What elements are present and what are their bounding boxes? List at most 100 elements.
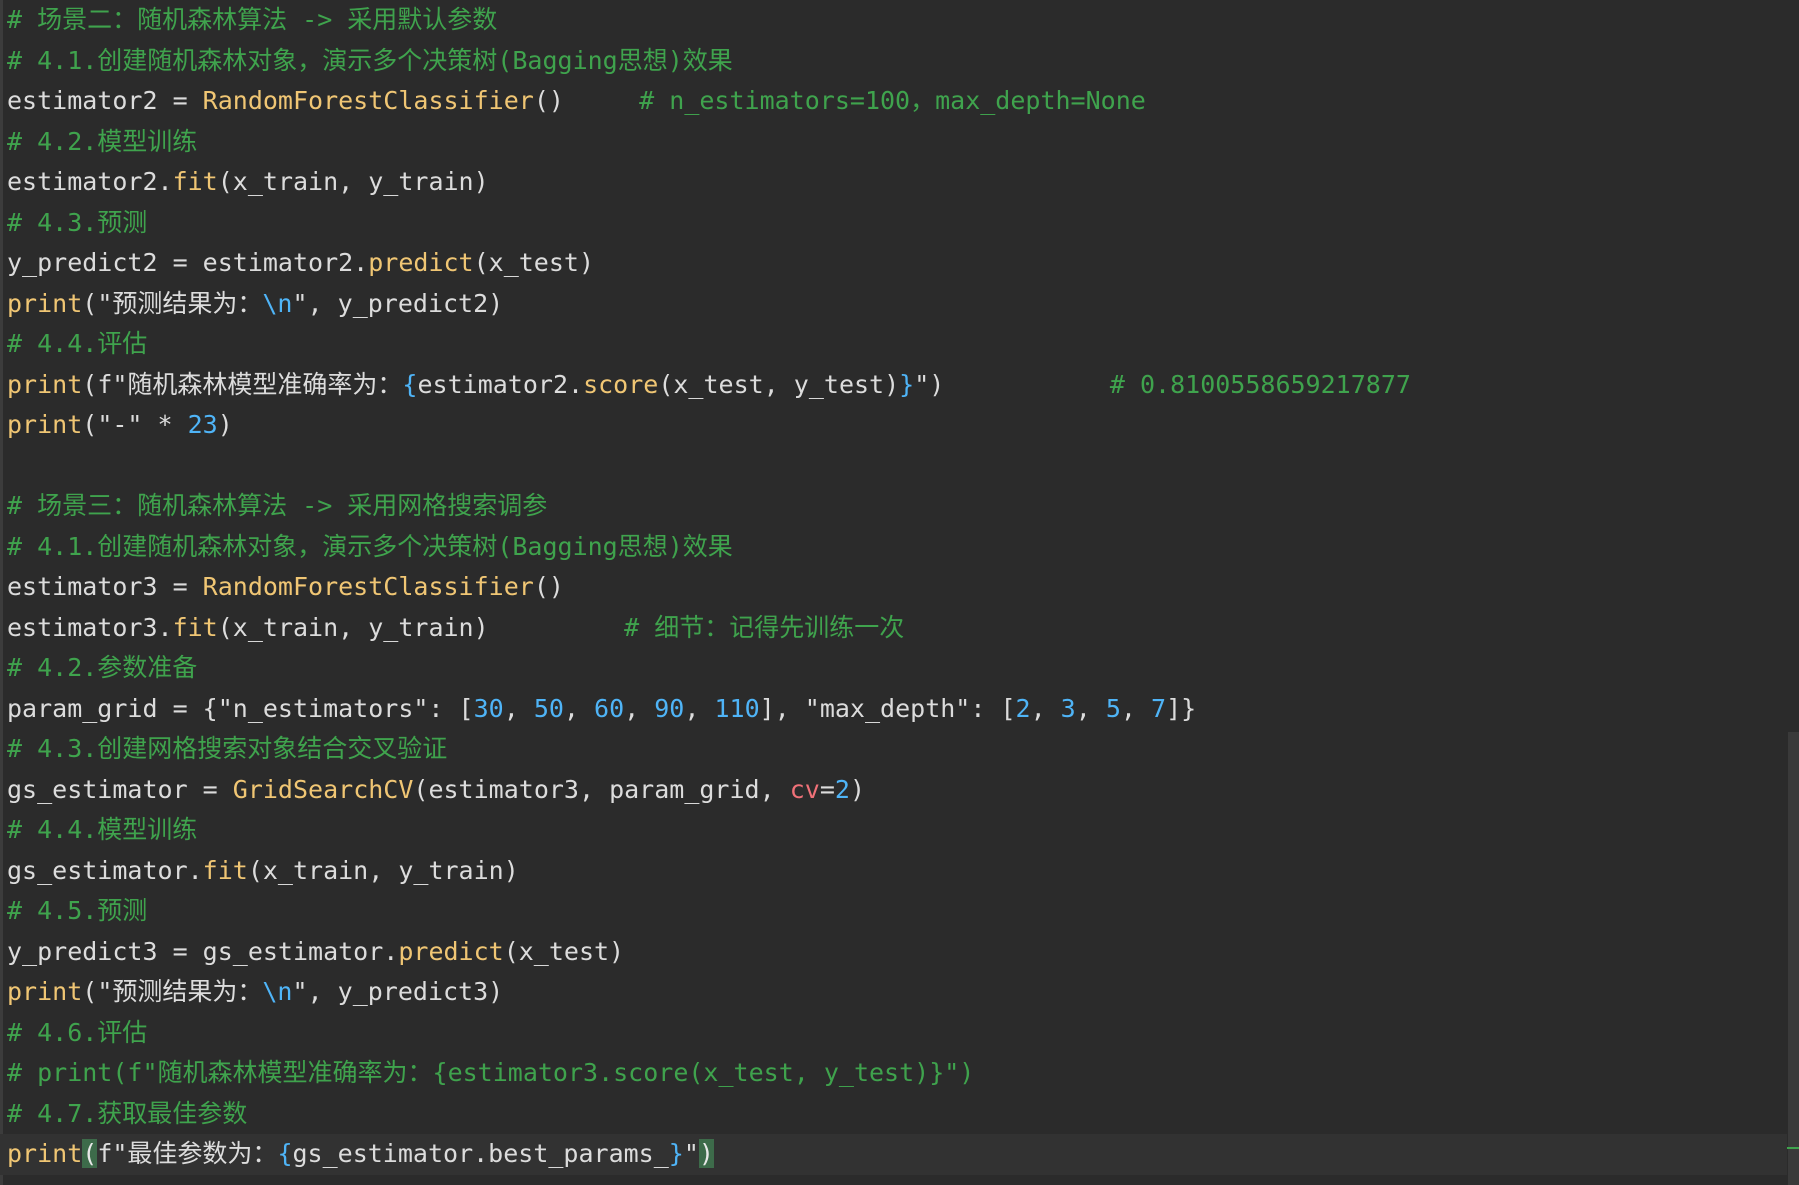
code-line[interactable]: y_predict3 = gs_estimator.predict(x_test… <box>7 932 1785 973</box>
code-line[interactable]: gs_estimator.fit(x_train, y_train) <box>7 851 1785 892</box>
code-number: 50 <box>533 693 564 723</box>
code-text: , <box>503 693 534 723</box>
code-text: ("预测结果为： <box>82 288 263 318</box>
code-text: y_predict3 = gs_estimator. <box>7 936 399 966</box>
code-comment: # 4.2.参数准备 <box>7 653 198 682</box>
code-line[interactable]: estimator3 = RandomForestClassifier() <box>7 567 1785 608</box>
code-text: , <box>563 693 595 723</box>
code-comment: # 4.4.评估 <box>7 329 148 358</box>
code-text: estimator3. <box>7 612 173 642</box>
code-function-name: score <box>583 369 659 399</box>
code-line[interactable]: # 场景三：随机森林算法 -> 采用网格搜索调参 <box>7 486 1785 527</box>
code-line[interactable]: print("-" * 23) <box>7 405 1785 446</box>
code-text: (x_train, y_train) <box>217 167 489 196</box>
code-text: ") <box>914 369 1110 399</box>
code-line[interactable]: gs_estimator = GridSearchCV(estimator3, … <box>7 770 1785 811</box>
code-line[interactable]: # 4.4.模型训练 <box>7 810 1785 851</box>
code-number: 90 <box>654 693 685 723</box>
code-comment: # 场景二：随机森林算法 -> 采用默认参数 <box>7 5 498 34</box>
code-text: , <box>1030 693 1061 723</box>
code-text: f"最佳参数为： <box>97 1139 278 1168</box>
code-text: , <box>1120 693 1152 723</box>
code-text: , <box>684 693 715 723</box>
code-line[interactable]: estimator2 = RandomForestClassifier() # … <box>7 81 1785 122</box>
code-line[interactable]: # 4.7.获取最佳参数 <box>7 1094 1785 1135</box>
code-number: 23 <box>187 410 218 439</box>
code-line[interactable]: # 4.2.参数准备 <box>7 648 1785 689</box>
code-comment: # 4.6.评估 <box>7 1017 148 1047</box>
code-number: 2 <box>834 774 850 804</box>
code-line[interactable]: # 4.1.创建随机森林对象，演示多个决策树(Bagging思想)效果 <box>7 41 1785 82</box>
code-text: (x_test) <box>503 936 625 966</box>
code-line[interactable]: # 场景二：随机森林算法 -> 采用默认参数 <box>7 0 1785 41</box>
code-comment: # 细节：记得先训练一次 <box>624 612 905 642</box>
code-function-name: GridSearchCV <box>232 774 414 804</box>
code-comment: # n_estimators=100，max_depth=None <box>639 86 1146 115</box>
code-text: ], "max_depth": [ <box>759 693 1016 723</box>
code-text: gs_estimator. <box>7 855 203 885</box>
code-text: () <box>533 86 640 115</box>
code-line[interactable]: # 4.4.评估 <box>7 324 1785 365</box>
code-text: (x_test, y_test) <box>658 369 900 399</box>
code-number: 7 <box>1151 693 1167 723</box>
code-number: 110 <box>714 693 760 723</box>
code-function-name: print <box>7 410 83 439</box>
code-fstring-brace: } <box>668 1139 684 1168</box>
code-comment: # 场景三：随机森林算法 -> 采用网格搜索调参 <box>7 491 548 520</box>
code-text: ]} <box>1166 693 1197 723</box>
code-line[interactable]: # 4.3.预测 <box>7 203 1785 244</box>
code-editor[interactable]: # 场景二：随机森林算法 -> 采用默认参数 # 4.1.创建随机森林对象，演示多… <box>0 0 1799 1185</box>
code-line[interactable] <box>7 446 1785 487</box>
code-line-current[interactable]: print(f"最佳参数为：{gs_estimator.best_params_… <box>0 1134 1799 1175</box>
code-line[interactable]: # 4.3.创建网格搜索对象结合交叉验证 <box>7 729 1785 770</box>
code-function-name: print <box>7 977 83 1006</box>
code-text: ) <box>217 410 233 439</box>
code-function-name: fit <box>172 167 218 196</box>
code-line[interactable]: # 4.2.模型训练 <box>7 122 1785 163</box>
vertical-scrollbar-track[interactable] <box>1787 0 1799 1185</box>
code-fstring-brace: } <box>899 369 915 399</box>
code-comment: # 4.3.创建网格搜索对象结合交叉验证 <box>7 734 448 763</box>
current-line-marker <box>1787 1147 1799 1149</box>
code-function-name: print <box>7 1139 83 1168</box>
code-comment: # print(f"随机森林模型准确率为：{estimator3.score(x… <box>7 1058 975 1087</box>
code-function-name: predict <box>398 936 504 966</box>
code-function-name: fit <box>172 612 218 642</box>
code-text: (x_train, y_train) <box>217 612 625 642</box>
code-number: 5 <box>1105 693 1121 723</box>
code-function-name: RandomForestClassifier <box>202 86 534 115</box>
code-text: ", y_predict3) <box>292 977 504 1006</box>
code-line[interactable]: param_grid = {"n_estimators": [30, 50, 6… <box>7 689 1785 730</box>
code-line[interactable]: print("预测结果为：\n", y_predict2) <box>7 284 1785 325</box>
code-text: , <box>1075 693 1106 723</box>
code-fstring-brace: { <box>402 369 418 399</box>
code-function-name: predict <box>368 248 474 277</box>
code-function-name: print <box>7 288 83 318</box>
code-line[interactable]: # print(f"随机森林模型准确率为：{estimator3.score(x… <box>7 1053 1785 1094</box>
code-comment: # 4.1.创建随机森林对象，演示多个决策树(Bagging思想)效果 <box>7 45 733 75</box>
code-line[interactable]: # 4.1.创建随机森林对象，演示多个决策树(Bagging思想)效果 <box>7 527 1785 568</box>
code-escape-sequence: \n <box>262 977 293 1006</box>
code-text: " <box>683 1139 699 1168</box>
code-line[interactable]: print("预测结果为：\n", y_predict3) <box>7 972 1785 1013</box>
code-comment: # 0.8100558659217877 <box>1109 369 1411 399</box>
code-line[interactable]: # 4.5.预测 <box>7 891 1785 932</box>
vertical-scrollbar-thumb[interactable] <box>1788 732 1799 1185</box>
code-number: 30 <box>473 693 504 723</box>
code-text: (x_test) <box>473 248 595 277</box>
code-number: 3 <box>1060 693 1076 723</box>
editor-left-border <box>0 0 3 1185</box>
matched-bracket: ( <box>82 1139 98 1168</box>
code-line[interactable]: print(f"随机森林模型准确率为：{estimator2.score(x_t… <box>7 365 1785 406</box>
code-line[interactable]: # 4.6.评估 <box>7 1013 1785 1054</box>
code-line[interactable]: estimator2.fit(x_train, y_train) <box>7 162 1785 203</box>
code-number: 60 <box>594 693 625 723</box>
code-escape-sequence: \n <box>262 288 293 318</box>
code-line[interactable]: estimator3.fit(x_train, y_train) # 细节：记得… <box>7 608 1785 649</box>
code-line[interactable]: y_predict2 = estimator2.predict(x_test) <box>7 243 1785 284</box>
code-text: y_predict2 = estimator2. <box>7 248 369 277</box>
code-number: 2 <box>1015 693 1031 723</box>
code-area[interactable]: # 场景二：随机森林算法 -> 采用默认参数 # 4.1.创建随机森林对象，演示多… <box>0 0 1799 1175</box>
code-text: (x_train, y_train) <box>247 855 519 885</box>
code-text: (estimator3, param_grid, <box>413 774 790 804</box>
